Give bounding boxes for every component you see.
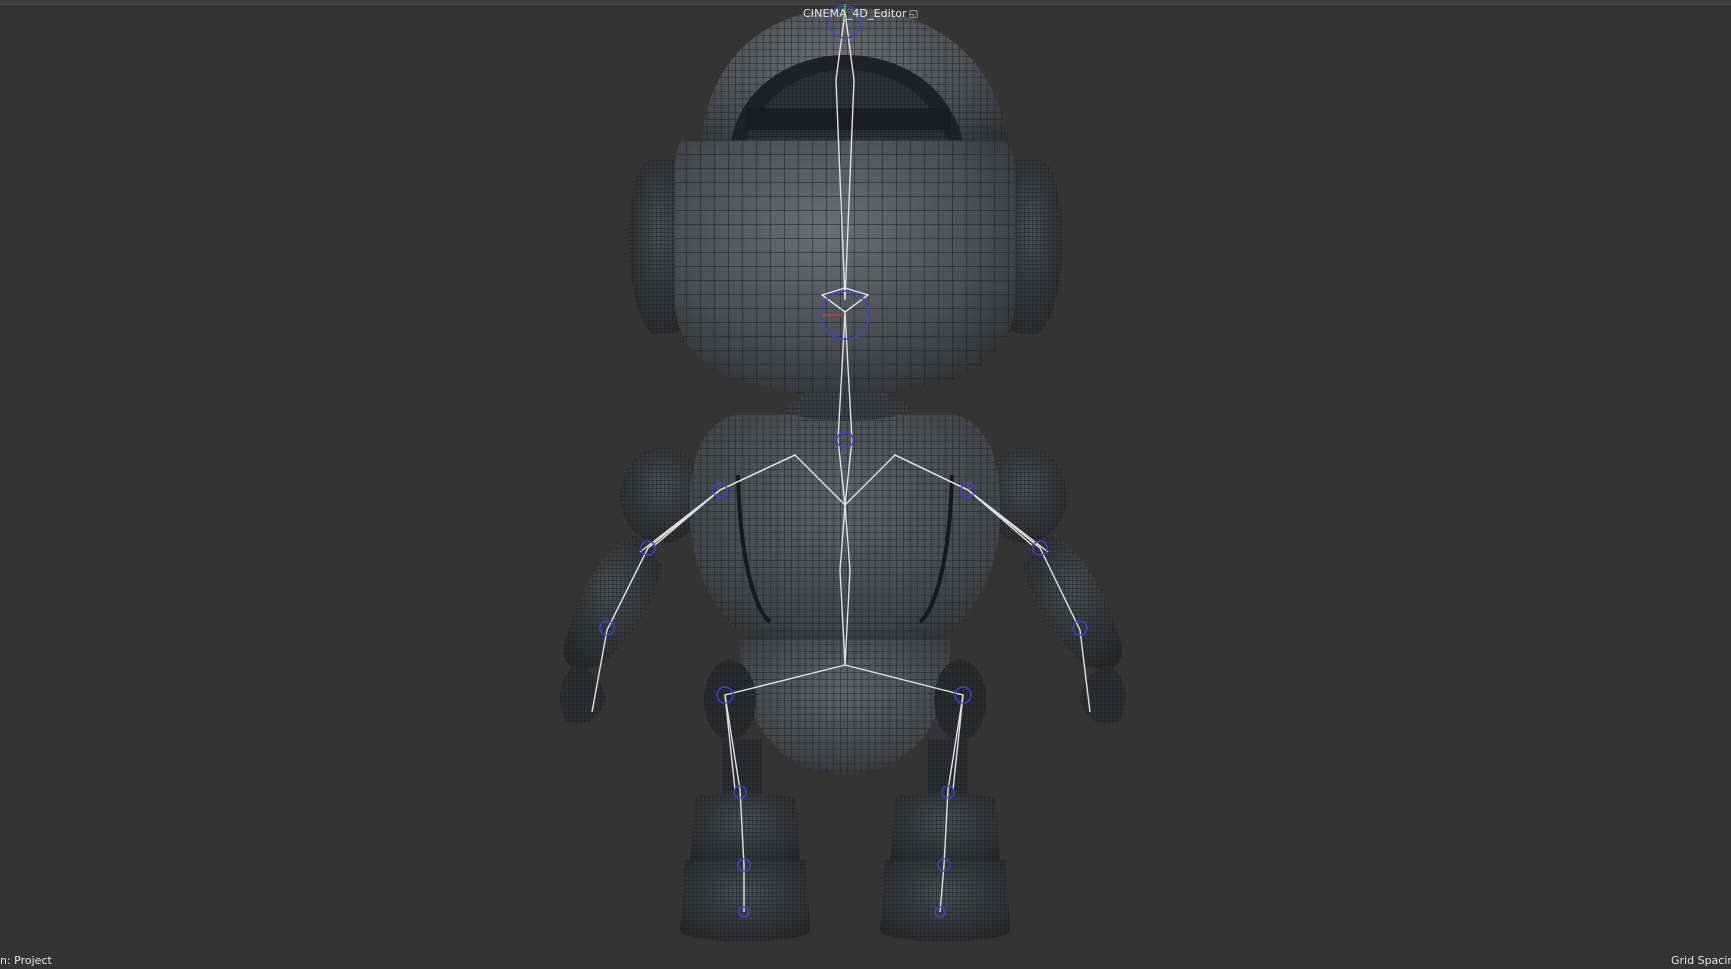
torso xyxy=(690,400,1000,650)
external-camera-icon[interactable]: ◱ xyxy=(909,9,919,20)
camera-label[interactable]: CINEMA_4D_Editor ◱ xyxy=(803,7,918,20)
right-arm xyxy=(1023,535,1126,724)
left-arm xyxy=(559,535,662,724)
head xyxy=(675,140,1015,395)
robot-scene[interactable] xyxy=(0,0,1731,969)
status-grid-spacing: Grid Spacin xyxy=(1671,954,1731,967)
editor-viewport[interactable]: CINEMA_4D_Editor ◱ n: Project Grid Spacin xyxy=(0,0,1731,969)
left-leg xyxy=(680,740,810,942)
camera-name: CINEMA_4D_Editor xyxy=(803,7,907,20)
status-left: n: Project xyxy=(0,954,52,967)
